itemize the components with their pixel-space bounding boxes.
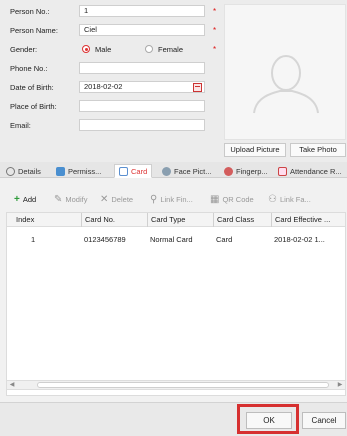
card-toolbar: + Add ✎ Modify ✕ Delete ⚲ Link Fin... ▦ … — [0, 192, 347, 206]
tab-label: Details — [18, 166, 41, 176]
horizontal-scrollbar[interactable]: ◀ ▶ — [6, 380, 346, 390]
gender-female-label: Female — [158, 44, 184, 54]
close-icon: ✕ — [100, 193, 109, 205]
card-icon — [119, 166, 128, 176]
scrollbar-thumb[interactable] — [37, 382, 329, 388]
column-header[interactable]: Index — [13, 213, 79, 227]
table-header: Index Card No. Card Type Card Class Card… — [7, 213, 345, 227]
phone-input[interactable] — [79, 62, 205, 74]
phone-label: Phone No.: — [10, 63, 48, 73]
column-header[interactable]: Card Class — [213, 213, 271, 227]
person-name-label: Person Name: — [10, 25, 58, 35]
calendar-icon — [278, 166, 287, 176]
required-marker: * — [213, 25, 217, 35]
person-name-input[interactable]: Ciel — [79, 24, 205, 36]
dob-value: 2018-02-02 — [84, 82, 123, 91]
table-cell: Normal Card — [150, 235, 193, 244]
tab-face-picture[interactable]: Face Pict... — [162, 164, 212, 178]
tab-fingerprint[interactable]: Fingerp... — [224, 164, 268, 178]
dob-input[interactable]: 2018-02-02 — [79, 81, 205, 93]
email-label: Email: — [10, 120, 31, 130]
cancel-button[interactable]: Cancel — [302, 412, 346, 429]
qr-code-button[interactable]: ▦ QR Code — [210, 192, 254, 206]
add-label: Add — [22, 194, 37, 204]
column-header[interactable]: Card Type — [147, 213, 213, 227]
table-cell: 0123456789 — [84, 235, 126, 244]
gear-icon — [6, 166, 15, 176]
email-input[interactable] — [79, 119, 205, 131]
radio-selected-icon — [82, 45, 90, 53]
link-face-button[interactable]: ⚇ Link Fa... — [268, 192, 311, 206]
delete-label: Delete — [111, 194, 134, 204]
tab-label: Face Pict... — [174, 166, 212, 176]
tab-permissions[interactable]: Permiss... — [56, 164, 101, 178]
table-cell: 2018-02-02 1... — [274, 235, 325, 244]
qr-code-icon: ▦ — [210, 193, 220, 205]
card-table: Index Card No. Card Type Card Class Card… — [6, 212, 346, 396]
upload-picture-button[interactable]: Upload Picture — [224, 143, 286, 157]
radio-unselected-icon — [145, 45, 153, 53]
person-form: Person No.: 1 * Person Name: Ciel * Gend… — [0, 0, 347, 162]
modify-button[interactable]: ✎ Modify — [54, 192, 87, 206]
add-button[interactable]: + Add — [14, 192, 36, 206]
place-input[interactable] — [79, 100, 205, 112]
place-label: Place of Birth: — [10, 101, 57, 111]
delete-button[interactable]: ✕ Delete — [100, 192, 133, 206]
gender-male-label: Male — [95, 44, 112, 54]
tab-card[interactable]: Card — [114, 164, 153, 178]
photo-preview — [224, 4, 346, 140]
person-icon: ⚇ — [268, 193, 277, 205]
gender-label: Gender: — [10, 44, 38, 54]
tab-attendance[interactable]: Attendance R... — [278, 164, 342, 178]
fingerprint-icon — [224, 166, 233, 176]
scroll-left-icon[interactable]: ◀ — [7, 381, 17, 389]
dob-label: Date of Birth: — [10, 82, 54, 92]
qr-code-label: QR Code — [222, 194, 254, 204]
required-marker: * — [213, 44, 217, 54]
scroll-right-icon[interactable]: ▶ — [335, 381, 345, 389]
link-fin-label: Link Fin... — [160, 194, 193, 204]
link-fingerprint-button[interactable]: ⚲ Link Fin... — [150, 192, 193, 206]
table-cell: Card — [216, 235, 233, 244]
link-icon: ⚲ — [150, 193, 158, 205]
column-header[interactable]: Card Effective ... — [271, 213, 345, 227]
ok-highlight-box — [237, 404, 299, 434]
person-no-input[interactable]: 1 — [79, 5, 205, 17]
table-cell: 1 — [31, 235, 36, 244]
gender-female-radio[interactable]: Female — [145, 45, 183, 54]
link-fa-label: Link Fa... — [279, 194, 311, 204]
person-no-label: Person No.: — [10, 6, 50, 16]
tab-label: Permiss... — [68, 166, 102, 176]
tab-label: Attendance R... — [290, 166, 342, 176]
tab-bar: Details Permiss... Card Face Pict... Fin… — [0, 162, 347, 178]
edit-icon: ✎ — [54, 193, 63, 205]
plus-icon: + — [14, 193, 20, 205]
users-icon — [56, 166, 65, 176]
take-photo-button[interactable]: Take Photo — [290, 143, 346, 157]
modify-label: Modify — [65, 194, 88, 204]
tab-details[interactable]: Details — [6, 164, 41, 178]
column-header[interactable]: Card No. — [81, 213, 147, 227]
person-silhouette-icon — [253, 55, 319, 114]
person-icon — [162, 166, 171, 176]
tab-label: Card — [131, 166, 148, 176]
tab-label: Fingerp... — [236, 166, 268, 176]
calendar-icon[interactable] — [193, 83, 202, 92]
required-marker: * — [213, 6, 217, 16]
gender-male-radio[interactable]: Male — [82, 45, 111, 54]
